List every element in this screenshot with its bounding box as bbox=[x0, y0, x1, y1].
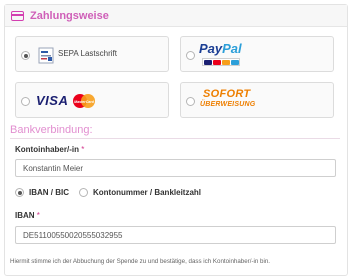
holder-input[interactable]: Konstantin Meier bbox=[15, 159, 336, 177]
sofort-logo: SOFORT bbox=[203, 88, 251, 100]
accepted-cards-icon bbox=[202, 58, 240, 66]
payment-option-paypal[interactable]: PayPal bbox=[180, 36, 334, 72]
bank-section-title: Bankverbindung: bbox=[10, 124, 93, 136]
sepa-label: SEPA Lastschrift bbox=[58, 49, 117, 58]
credit-card-icon bbox=[11, 10, 24, 21]
consent-text: Hiermit stimme ich der Abbuchung der Spe… bbox=[10, 258, 271, 265]
payment-option-visa-mastercard[interactable]: VISA MasterCard bbox=[15, 82, 169, 118]
payment-option-sofort[interactable]: SOFORT ÜBERWEISUNG bbox=[180, 82, 334, 118]
sofort-radio[interactable] bbox=[186, 97, 195, 106]
sofort-subtext: ÜBERWEISUNG bbox=[200, 101, 256, 108]
panel-title: Zahlungsweise bbox=[30, 9, 109, 22]
iban-bic-radio[interactable] bbox=[15, 188, 24, 197]
iban-bic-label[interactable]: IBAN / BIC bbox=[29, 188, 69, 197]
paypal-radio[interactable] bbox=[186, 51, 195, 60]
sepa-logo-icon bbox=[38, 47, 54, 64]
holder-label: Kontoinhaber/-in * bbox=[15, 145, 85, 154]
panel-header: Zahlungsweise bbox=[5, 5, 347, 27]
iban-label: IBAN * bbox=[15, 211, 40, 220]
iban-input[interactable]: DE51100550020555032955 bbox=[15, 226, 336, 244]
payment-option-sepa[interactable]: SEPA Lastschrift bbox=[15, 36, 169, 72]
section-divider bbox=[10, 138, 340, 139]
paypal-logo: PayPal bbox=[199, 41, 242, 56]
kontonummer-radio[interactable] bbox=[79, 188, 88, 197]
mastercard-text: MasterCard bbox=[74, 100, 95, 104]
sepa-radio[interactable] bbox=[21, 51, 30, 60]
visa-logo: VISA bbox=[36, 93, 69, 108]
visa-radio[interactable] bbox=[21, 97, 30, 106]
mastercard-logo-icon: MasterCard bbox=[73, 94, 95, 108]
kontonummer-label[interactable]: Kontonummer / Bankleitzahl bbox=[93, 188, 201, 197]
